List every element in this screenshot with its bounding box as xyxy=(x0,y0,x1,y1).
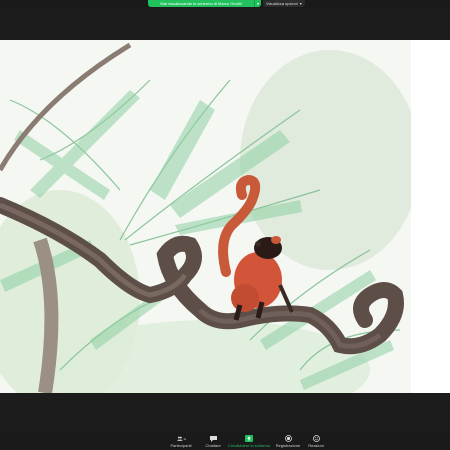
top-bar: Stai visualizzando lo schermo di Marco G… xyxy=(0,0,450,9)
meeting-toolbar: 114 Partecipanti Chattare Condividere lo… xyxy=(0,432,450,450)
chat-label: Chattare xyxy=(205,443,221,448)
participants-label: Partecipanti xyxy=(170,443,192,448)
screen-share-banner[interactable]: Stai visualizzando lo schermo di Marco G… xyxy=(148,0,261,7)
shared-photo xyxy=(0,40,411,393)
chat-icon xyxy=(209,435,217,442)
chevron-down-icon[interactable]: ▾ xyxy=(254,0,261,7)
reactions-label: Reazioni xyxy=(308,443,324,448)
reactions-button[interactable]: Reazioni xyxy=(301,435,331,448)
share-banner-text: Stai visualizzando lo schermo di Marco G… xyxy=(160,1,242,6)
participants-count: 114 xyxy=(183,437,186,441)
view-options-label: Visualizza opzioni xyxy=(266,1,298,6)
participants-icon: 114 xyxy=(176,436,186,441)
lemur-photo-illustration xyxy=(0,40,411,393)
share-screen-icon xyxy=(245,435,253,442)
reactions-icon xyxy=(312,435,320,442)
chevron-down-icon: ▾ xyxy=(299,1,302,6)
record-label: Registrazione xyxy=(275,443,301,448)
share-screen-button[interactable]: Condividere lo schermo xyxy=(228,435,270,448)
shared-screen xyxy=(0,40,450,393)
view-options-button[interactable]: Visualizza opzioni ▾ xyxy=(263,0,305,7)
record-button[interactable]: Registrazione xyxy=(273,435,303,448)
chat-button[interactable]: Chattare xyxy=(198,435,228,448)
record-icon xyxy=(284,435,292,442)
participants-button[interactable]: 114 Partecipanti xyxy=(166,435,196,448)
share-screen-label: Condividere lo schermo xyxy=(227,443,271,448)
